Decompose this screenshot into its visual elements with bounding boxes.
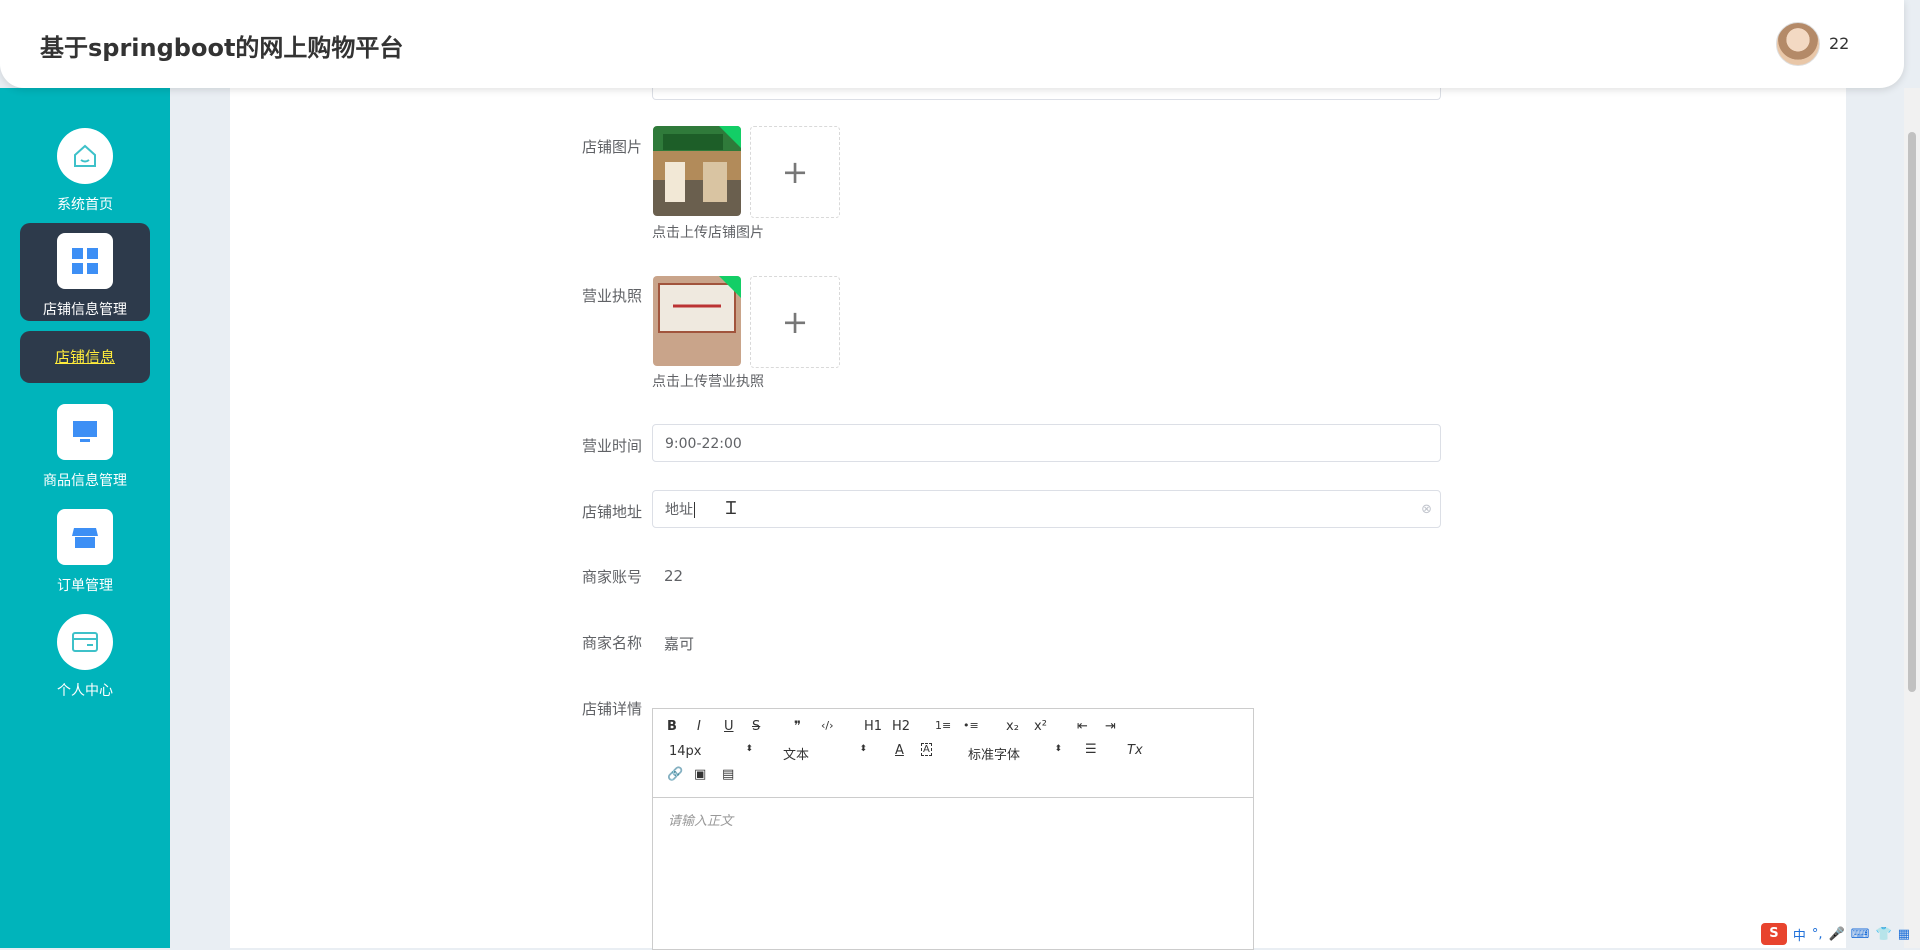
ime-mode-label[interactable]: 中 [1793,925,1806,944]
shop-image-hint: 点击上传店铺图片 [652,225,764,241]
keyboard-icon[interactable]: ⌨ [1851,927,1870,942]
h1-button[interactable]: H1 [864,719,882,734]
mic-icon[interactable]: 🎤 [1829,927,1845,942]
top-header: 基于springboot的网上购物平台 22 [0,0,1904,88]
grid-icon [57,233,113,289]
username[interactable]: 22 [1829,34,1849,53]
sidebar-item-shop-info-manage[interactable]: 店铺信息管理 [20,223,150,321]
hours-label: 营业时间 [581,437,642,455]
indent-button[interactable]: ⇥ [1105,719,1116,734]
shop-image-upload-button[interactable]: + [750,126,840,218]
underline-button[interactable]: U [724,719,734,734]
hours-input[interactable]: 9:00-22:00 [652,424,1441,462]
address-input-value: 地址 [665,502,693,518]
card-icon [57,614,113,670]
sidebar-item-label: 商品信息管理 [43,473,127,489]
sogou-logo-icon: S [1760,923,1787,945]
font-family-select[interactable]: 标准字体 ⬍ [968,744,1062,763]
sidebar-item-profile[interactable]: 个人中心 [20,614,150,700]
name-value: 嘉可 [664,635,695,653]
font-size-select[interactable]: 14px ⬍ [669,744,753,759]
subscript-button[interactable]: x₂ [1006,719,1019,734]
sidebar-item-label: 订单管理 [57,578,113,594]
bold-button[interactable]: B [667,719,677,734]
sidebar: 系统首页 店铺信息管理 店铺信息 商品信息管理 订单管理 个人中心 [0,88,170,948]
user-avatar[interactable] [1776,22,1820,66]
select-arrow-icon: ⬍ [1054,744,1062,754]
punctuation-icon[interactable]: °, [1812,927,1823,942]
align-icon[interactable]: ☰ [1085,742,1097,757]
license-upload-button[interactable]: + [750,276,840,368]
sidebar-item-label: 店铺信息管理 [43,302,127,318]
text-cursor-icon: Ɪ [726,498,737,519]
italic-button[interactable]: I [697,719,701,734]
shop-icon [57,509,113,565]
code-button[interactable]: ‹/› [821,719,834,732]
editor-content[interactable]: 请输入正文 [653,798,1253,841]
license-hint: 点击上传营业执照 [652,374,764,390]
superscript-button[interactable]: x² [1034,719,1047,734]
sidebar-item-label: 系统首页 [57,197,113,213]
background-color-icon[interactable]: A [921,743,932,756]
account-label: 商家账号 [581,568,642,586]
outdent-button[interactable]: ⇤ [1077,719,1088,734]
app-title: 基于springboot的网上购物平台 [40,34,404,62]
select-arrow-icon: ⬍ [859,744,867,754]
plus-icon: + [781,153,809,191]
address-input[interactable]: 地址 ⊗ [652,490,1441,528]
sidebar-item-order-manage[interactable]: 订单管理 [20,509,150,595]
account-value: 22 [664,567,684,585]
name-label: 商家名称 [581,634,642,652]
sidebar-subitem-label: 店铺信息 [54,348,115,366]
ime-toolbar[interactable]: S 中 °, 🎤 ⌨ 👕 ▦ [1760,922,1910,946]
font-color-icon[interactable]: A [895,743,904,758]
license-label: 营业执照 [581,287,642,305]
strike-button[interactable]: S [752,719,760,734]
image-icon[interactable]: ▣ [694,767,706,782]
shop-image-label: 店铺图片 [581,138,642,156]
editor-toolbar: B I U S ❞ ‹/› H1 H2 1≡ •≡ x₂ x² ⇤ ⇥ 14px… [653,709,1253,798]
skin-icon[interactable]: 👕 [1876,927,1892,942]
sidebar-item-product-manage[interactable]: 商品信息管理 [20,404,150,490]
detail-label: 店铺详情 [581,700,642,718]
clear-format-icon[interactable]: Tx [1127,743,1143,758]
sidebar-subitem-shop-info[interactable]: 店铺信息 [20,331,150,383]
scrollbar-thumb[interactable] [1908,132,1916,692]
sidebar-item-label: 个人中心 [57,683,113,699]
bullet-list-button[interactable]: •≡ [963,719,979,732]
block-type-select[interactable]: 文本 ⬍ [783,744,867,763]
apps-icon[interactable]: ▦ [1898,927,1910,942]
page-scrollbar[interactable] [1904,88,1920,948]
plus-icon: + [781,303,809,341]
sidebar-item-home[interactable]: 系统首页 [20,128,150,214]
monitor-icon [57,404,113,460]
address-label: 店铺地址 [581,503,642,521]
link-icon[interactable]: 🔗 [667,767,683,782]
h2-button[interactable]: H2 [892,719,910,734]
shop-image-thumbnail[interactable] [653,126,741,216]
select-arrow-icon: ⬍ [745,744,753,754]
ordered-list-button[interactable]: 1≡ [935,719,951,732]
license-thumbnail[interactable] [653,276,741,366]
video-icon[interactable]: ▤ [722,767,734,782]
clear-icon[interactable]: ⊗ [1421,491,1432,529]
home-icon [57,128,113,184]
rich-text-editor[interactable]: B I U S ❞ ‹/› H1 H2 1≡ •≡ x₂ x² ⇤ ⇥ 14px… [652,708,1254,950]
quote-button[interactable]: ❞ [794,719,801,734]
